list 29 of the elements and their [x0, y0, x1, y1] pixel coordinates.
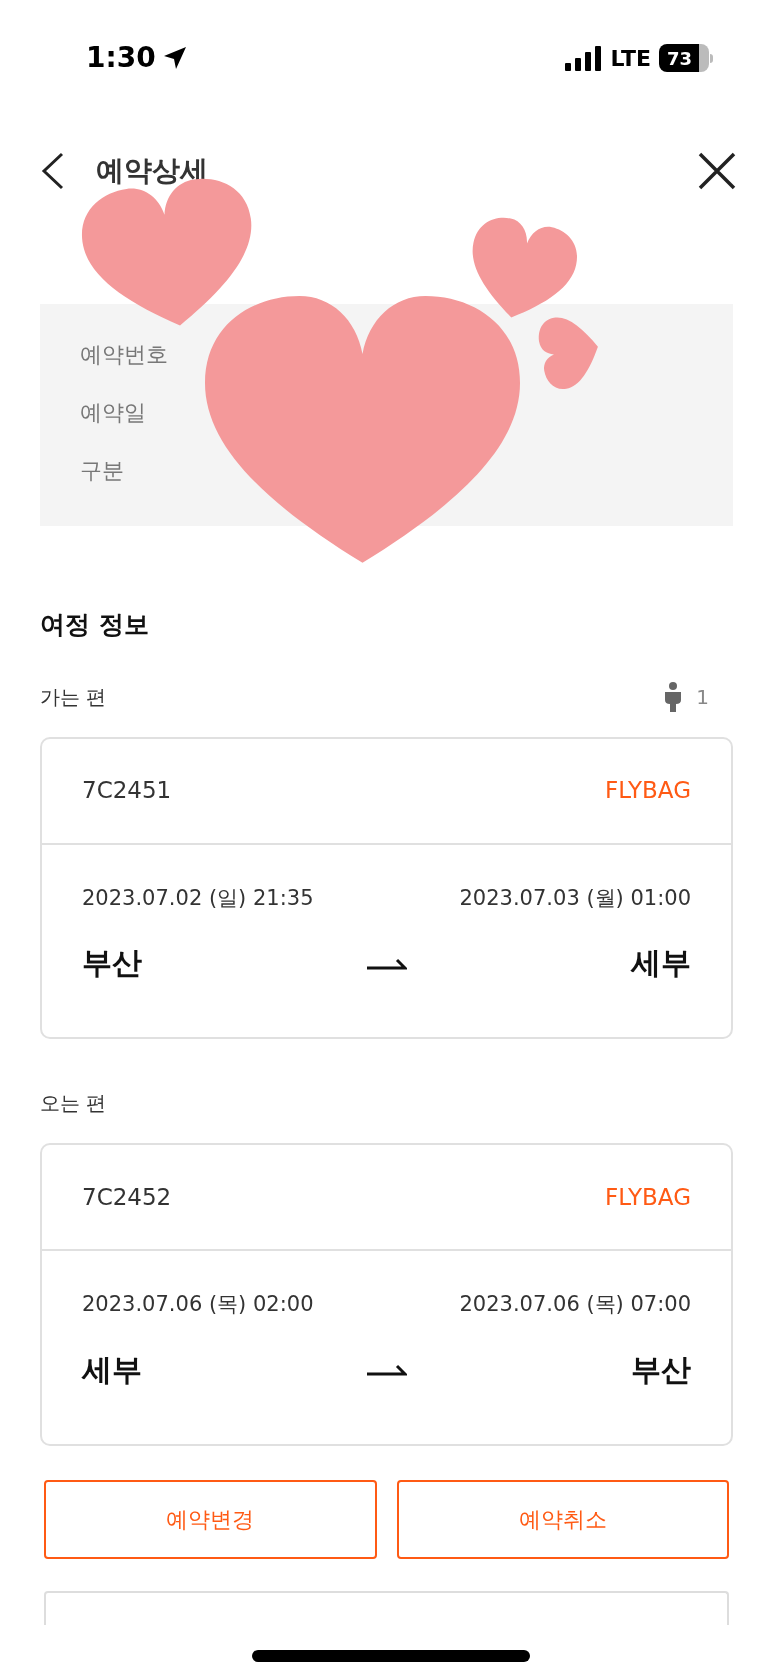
status-time: 1:30: [86, 40, 156, 76]
person-icon: [664, 681, 683, 712]
summary-label: 구분: [80, 457, 125, 485]
summary-label: 예약일: [80, 399, 147, 427]
close-icon[interactable]: [697, 151, 737, 191]
summary-label: 예약번호: [80, 341, 169, 369]
fare-type: FLYBAG: [605, 776, 691, 806]
departure-time: 2023.07.02 (일) 21:35: [82, 884, 314, 912]
flight-number: 7C2452: [82, 1182, 172, 1212]
departure-city: 세부: [82, 1350, 142, 1389]
departure-city: 부산: [82, 944, 142, 982]
fare-type: FLYBAG: [605, 1182, 691, 1212]
page-title: 예약상세: [96, 153, 208, 189]
arrival-city: 부산: [631, 1350, 691, 1389]
battery-indicator: 73: [659, 44, 713, 72]
departure-time: 2023.07.06 (목) 02:00: [82, 1291, 314, 1318]
passenger-count: 1: [696, 683, 709, 711]
section-title: 여정 정보: [40, 610, 149, 639]
arrival-time: 2023.07.03 (월) 01:00: [459, 884, 691, 912]
arrival-city: 세부: [631, 944, 691, 982]
section-label: 오는 편: [40, 1090, 107, 1117]
arrival-time: 2023.07.06 (목) 07:00: [459, 1291, 691, 1318]
action-button[interactable]: 예약취소: [396, 1479, 729, 1559]
back-icon[interactable]: [40, 152, 66, 190]
signal-icon: [564, 45, 603, 71]
action-button[interactable]: 예약변경: [44, 1479, 377, 1559]
flight-number: 7C2451: [82, 776, 172, 806]
network-type: LTE: [610, 44, 651, 73]
section-label: 가는 편: [40, 683, 107, 711]
